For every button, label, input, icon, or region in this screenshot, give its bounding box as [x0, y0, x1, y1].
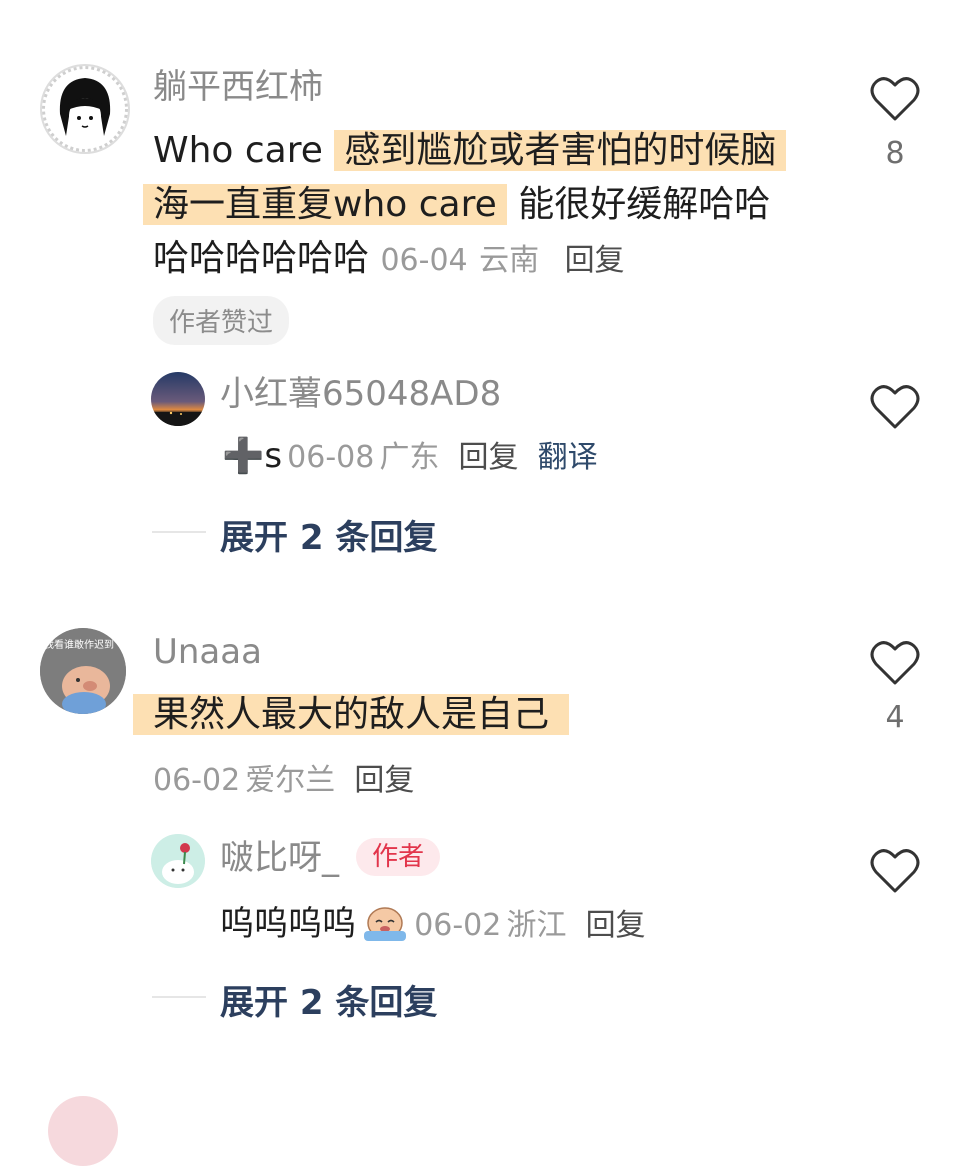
comment-text-plain: Who care [153, 130, 335, 171]
sunset-photo-icon [151, 411, 205, 426]
reply-header: 啵比呀_ 作者 [220, 836, 441, 878]
heart-icon [870, 849, 920, 893]
comment-location: 云南 [479, 243, 540, 278]
comment-text: 果然人最大的敌人是自己 [133, 688, 570, 742]
divider [152, 996, 206, 998]
heart-icon [870, 641, 920, 685]
author-liked-badge: 作者赞过 [153, 296, 290, 345]
reply-button[interactable]: 回复 [565, 243, 625, 278]
comment-text-highlight: 果然人最大的敌人是自己 [133, 694, 570, 735]
translate-button[interactable]: 翻译 [538, 440, 598, 475]
comment-text: Who care 感到尴尬或者害怕的时候脑 [153, 124, 853, 178]
avatar-caption: 我看谁敢作迟到 [44, 640, 114, 651]
avatar[interactable] [40, 64, 130, 154]
comment-text-plain: 哈哈哈哈哈哈 [153, 238, 370, 279]
avatar[interactable] [151, 834, 205, 888]
heart-icon [870, 385, 920, 429]
comment-text-line2: 海一直重复who care 能很好缓解哈哈 [143, 178, 770, 232]
reply-date: 06-02 [414, 908, 502, 943]
reply-button[interactable]: 回复 [586, 908, 646, 943]
avatar[interactable] [48, 1096, 118, 1166]
avatar-cartoon-girl-icon [42, 66, 128, 152]
like-button[interactable] [870, 76, 920, 126]
reply-text: ➕s [222, 436, 283, 476]
like-count: 4 [885, 700, 905, 735]
comment-text-highlight: 海一直重复who care [143, 184, 507, 225]
author-tag: 作者 [356, 838, 441, 876]
reply-button[interactable]: 回复 [459, 440, 519, 475]
expand-replies-link[interactable]: 展开 2 条回复 [220, 975, 437, 1024]
reply-username[interactable]: 小红薯65048AD8 [220, 374, 501, 414]
heart-icon [870, 77, 920, 121]
like-button[interactable] [870, 384, 920, 434]
comment-text-line3: 哈哈哈哈哈哈 06-04 云南 回复 [153, 232, 625, 288]
comment-username[interactable]: 躺平西红柿 [153, 67, 323, 107]
comment-username[interactable]: Unaaa [153, 632, 262, 672]
like-button[interactable] [870, 848, 920, 898]
like-button[interactable] [870, 640, 920, 690]
avatar-dog-rose-icon [151, 834, 205, 888]
reply-location: 广东 [379, 440, 440, 475]
reply-username[interactable]: 啵比呀_ [220, 838, 339, 878]
expand-replies-link[interactable]: 展开 2 条回复 [220, 510, 437, 559]
comment-text-highlight: 感到尴尬或者害怕的时候脑 [334, 130, 787, 171]
reply-body: 呜呜呜呜 06-02 浙江 回复 [220, 896, 646, 945]
avatar[interactable] [151, 372, 205, 426]
crying-emoji-icon [364, 907, 407, 941]
comment-date: 06-04 [380, 243, 468, 278]
comment-location: 爱尔兰 [245, 763, 336, 798]
like-count: 8 [885, 136, 905, 171]
reply-button[interactable]: 回复 [354, 763, 414, 798]
comment-text-plain: 能很好缓解哈哈 [506, 184, 771, 225]
comment-date: 06-02 [153, 763, 241, 798]
divider [152, 531, 206, 533]
reply-body: ➕s 06-08 广东 回复 翻译 [222, 432, 598, 476]
reply-date: 06-08 [287, 440, 375, 475]
avatar[interactable]: 我看谁敢作迟到 [40, 628, 126, 714]
reply-location: 浙江 [506, 908, 567, 943]
reply-text: 呜呜呜呜 [220, 904, 356, 944]
comment-meta: 06-02 爱尔兰 回复 [153, 755, 414, 799]
